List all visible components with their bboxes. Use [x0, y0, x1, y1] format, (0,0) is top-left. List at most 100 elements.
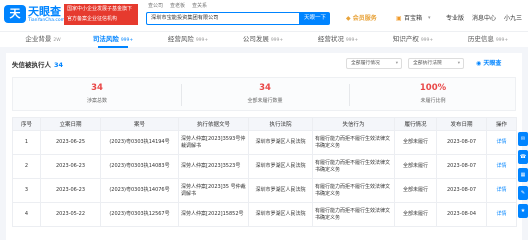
tab-development[interactable]: 公司发展 999+ — [228, 32, 298, 48]
stat-value: 34 — [259, 83, 271, 93]
tab-history[interactable]: 历史信息 999+ — [453, 32, 523, 48]
cell-behavior: 有履行能力而拒不履行生效法律文书确定义务 — [312, 202, 395, 227]
tab-label: 经营风险 — [167, 35, 194, 43]
chevron-down-icon: ▾ — [395, 61, 398, 66]
chat-icon: ✉ — [520, 136, 526, 142]
fulfillment-filter[interactable]: 全部履行情况 ▾ — [346, 58, 402, 69]
menu-messages[interactable]: 消息中心 — [472, 12, 496, 25]
stats-panel: 34 涉案总数 34 全部未履行数量 100% 未履行比例 — [12, 77, 516, 111]
cell-behavior: 有履行能力而拒不履行生效法律文书确定义务 — [312, 178, 395, 203]
cell-status: 全部未履行 — [394, 130, 437, 155]
cell-case-no: (2023)粤0303执14083号 — [100, 154, 179, 179]
tab-label: 企业背景 — [25, 35, 52, 43]
tab-count: 999+ — [195, 38, 209, 43]
cell-filing-date: 2023-05-22 — [40, 202, 101, 227]
stat-label: 未履行比例 — [420, 98, 446, 104]
side-float-button[interactable]: ☎ — [518, 150, 528, 164]
cell-status: 全部未履行 — [394, 202, 437, 227]
detail-link[interactable]: 详情 — [486, 130, 517, 155]
side-float-button[interactable]: ✉ — [518, 132, 528, 146]
chevron-down-icon: ▾ — [457, 61, 460, 66]
phone-icon: ☎ — [519, 154, 527, 160]
side-float-button[interactable]: ★ — [518, 204, 528, 218]
cell-index: 2 — [12, 154, 41, 179]
tab-label: 历史信息 — [467, 35, 494, 43]
col-header: 履行情况 — [394, 117, 437, 131]
side-float-button[interactable]: ✎ — [518, 186, 528, 200]
section-title-text: 失信被执行人 — [12, 61, 51, 69]
detail-link[interactable]: 详情 — [486, 178, 517, 203]
dishonest-table: 序号 立案日期 案号 执行依据文号 执行法院 失信行为 履行情况 发布日期 操作… — [12, 117, 517, 227]
star-icon: ★ — [520, 208, 526, 214]
logo-icon[interactable]: 天 — [4, 5, 26, 23]
toolbox-icon: ▣ — [396, 15, 402, 22]
gov-badge-line2: 官方备案企业征信机构 — [67, 16, 118, 22]
cell-court: 深圳市罗湖区人民法院 — [248, 130, 313, 155]
col-header[interactable]: 立案日期 — [40, 117, 101, 131]
cell-status: 全部未履行 — [394, 154, 437, 179]
col-header: 执行依据文号 — [178, 117, 249, 131]
cell-case-no: (2023)粤0303执14076号 — [100, 178, 179, 203]
dishonest-section: 失信被执行人 34 全部履行情况 ▾ 全部执行法院 ▾ ◉ 天眼查 34 涉案总数 34… — [6, 53, 522, 240]
tab-count: 999+ — [495, 38, 509, 43]
logo-url: TianYanCha.com — [28, 18, 66, 23]
cell-filing-date: 2023-06-23 — [40, 154, 101, 179]
top-bar: 天 天眼查 TianYanCha.com 国家中小企业发展子基金旗下 官方备案企… — [0, 0, 528, 31]
detail-link[interactable]: 详情 — [486, 154, 517, 179]
tab-bar: 企业背景 2W 司法风险 999+ 经营风险 999+ 公司发展 999+ 经营状况 99… — [0, 31, 528, 48]
vip-label: 会员服务 — [352, 15, 377, 22]
section-count: 34 — [54, 61, 64, 69]
tab-label: 司法风险 — [92, 35, 119, 43]
section-title: 失信被执行人 34 — [12, 59, 63, 69]
stat-value: 100% — [419, 83, 447, 93]
court-filter[interactable]: 全部执行法院 ▾ — [408, 58, 464, 69]
cell-case-no: (2023)粤0303执14194号 — [100, 130, 179, 155]
menu-pro[interactable]: 专业版 — [446, 12, 464, 25]
gov-badge: 国家中小企业发展子基金旗下 官方备案企业征信机构 — [64, 4, 138, 25]
col-header: 操作 — [486, 117, 517, 131]
logo-text[interactable]: 天眼查 — [28, 3, 61, 19]
detail-link[interactable]: 详情 — [486, 202, 517, 227]
table-row: 1 2023-06-25 (2023)粤0303执14194号 深劳人仲案[20… — [12, 130, 517, 155]
table-row: 4 2023-05-22 (2023)粤0303执12567号 深劳人仲案[20… — [12, 202, 517, 227]
gov-badge-line1: 国家中小企业发展子基金旗下 — [67, 6, 133, 12]
cell-basis-doc: 深劳人仲案[2023]35 号仲裁调解书 — [178, 178, 249, 203]
cell-basis-doc: 深劳人仲案[2023]3523号 — [178, 154, 249, 179]
cell-status: 全部未履行 — [394, 178, 437, 203]
qr-icon: ▦ — [520, 172, 526, 178]
col-header: 案号 — [100, 117, 179, 131]
tab-business-risk[interactable]: 经营风险 999+ — [153, 32, 223, 48]
cell-index: 3 — [12, 178, 41, 203]
nav-boss[interactable]: 查老板 — [170, 2, 185, 9]
cell-court: 深圳市罗湖区人民法院 — [248, 154, 313, 179]
nav-relation[interactable]: 查关系 — [192, 2, 207, 9]
tab-label: 经营状况 — [317, 35, 344, 43]
table-row: 2 2023-06-23 (2023)粤0303执14083号 深劳人仲案[20… — [12, 154, 517, 179]
menu-user[interactable]: 小九三 — [504, 12, 522, 25]
diamond-icon: ◆ — [346, 15, 351, 22]
side-float-button[interactable]: ▦ — [518, 168, 528, 182]
vip-button[interactable]: ◆ 会员服务 — [346, 12, 377, 25]
tab-ip[interactable]: 知识产权 999+ — [378, 32, 448, 48]
nav-company[interactable]: 查公司 — [148, 2, 163, 9]
tab-operations[interactable]: 经营状况 999+ — [303, 32, 373, 48]
col-header: 执行法院 — [248, 117, 313, 131]
cell-publish-date: 2023-08-07 — [436, 130, 487, 155]
cell-basis-doc: 深劳人仲案[2023]3593号仲裁调解书 — [178, 130, 249, 155]
col-header: 序号 — [12, 117, 41, 131]
stat-ratio: 100% 未履行比例 — [349, 78, 517, 112]
cell-case-no: (2023)粤0303执12567号 — [100, 202, 179, 227]
cell-publish-date: 2023-08-04 — [436, 202, 487, 227]
search-input[interactable]: 深圳市宝能投资集团有限公司 — [146, 12, 300, 25]
cell-filing-date: 2023-06-25 — [40, 130, 101, 155]
stat-label: 涉案总数 — [86, 98, 107, 104]
col-header[interactable]: 发布日期 — [436, 117, 487, 131]
tab-count: 999+ — [345, 38, 359, 43]
tab-background[interactable]: 企业背景 2W — [8, 32, 78, 48]
cell-behavior: 有履行能力而拒不履行生效法律文书确定义务 — [312, 130, 395, 155]
col-header: 失信行为 — [312, 117, 395, 131]
menu-toolbox[interactable]: 百宝箱 — [404, 12, 422, 25]
page: 天 天眼查 TianYanCha.com 国家中小企业发展子基金旗下 官方备案企… — [0, 0, 528, 240]
tianyancha-watermark: ◉ 天眼查 — [476, 58, 501, 67]
search-button[interactable]: 天眼一下 — [300, 12, 330, 25]
